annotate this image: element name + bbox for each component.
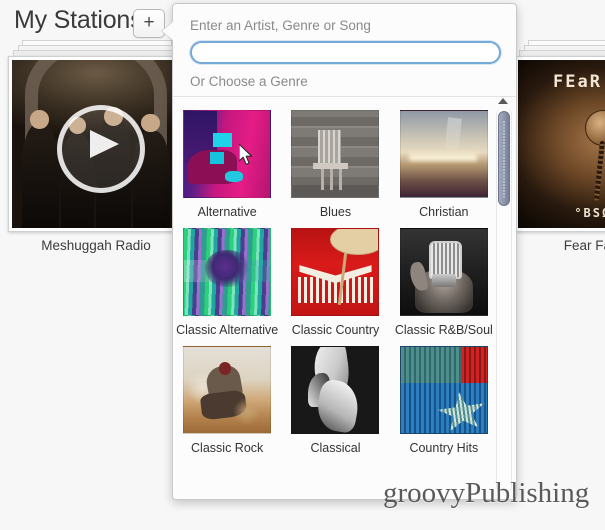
artwork-shape-hat [330, 229, 379, 256]
artwork-shape-cy3 [224, 171, 243, 182]
station-artwork-meshuggah [12, 60, 180, 228]
genre-scroll-area[interactable]: Alternative Blues Christian Classic Alterna… [173, 97, 498, 499]
play-triangle [90, 130, 119, 158]
station-card-fearfactory[interactable]: FEaR Fac °BSΩLE Fear Factory [514, 40, 605, 253]
artwork-shape-chair-legs [314, 169, 346, 191]
genre-thumbnail [291, 228, 380, 316]
genre-name-label: Blues [319, 205, 352, 219]
genre-thumbnail [183, 228, 272, 316]
genre-tile-alternative[interactable]: Alternative [173, 106, 281, 220]
album-art-spine [593, 140, 605, 202]
station-artwork-fearfactory: FEaR Fac °BSΩLE [518, 60, 605, 228]
band-figure [22, 123, 60, 228]
genre-tile-classical[interactable]: Classical [281, 342, 389, 456]
band-figure-head [30, 110, 49, 129]
genre-thumbnail [291, 110, 380, 198]
artwork-shape-cy1 [213, 133, 233, 148]
station-name-label: Fear Factory [563, 238, 605, 253]
play-icon[interactable] [57, 105, 145, 193]
genre-thumbnail [399, 228, 488, 316]
genre-thumbnail [183, 346, 272, 434]
artwork-shape-thumb [408, 260, 430, 293]
genre-scrollbar[interactable] [496, 98, 512, 498]
genre-name-label: Country Hits [409, 441, 479, 455]
scrollbar-thumb[interactable] [498, 111, 510, 206]
genre-name-label: Christian [419, 205, 469, 219]
artwork-shape-dust [232, 398, 262, 425]
app-root: My Stations + Meshuggah Radio FEaR °BS F… [0, 0, 605, 530]
watermark: groovyPublishing [383, 477, 590, 509]
artwork-shape-band-red [461, 347, 487, 384]
artwork-shape-chair-back [318, 129, 341, 165]
artwork-shape-band-teal [400, 347, 462, 384]
search-input[interactable] [190, 41, 501, 64]
genre-thumbnail [183, 110, 272, 198]
genre-tile-blues[interactable]: Blues [281, 106, 389, 220]
album-art-title: FEaR Fac [553, 71, 605, 92]
genre-thumbnail [399, 346, 488, 434]
genre-thumbnail [291, 346, 380, 434]
station-card-stack [8, 40, 184, 252]
artwork-shape-silk2 [314, 378, 362, 433]
station-card-stack: FEaR Fac °BSΩLE [514, 40, 605, 252]
artwork-shape-fringe [297, 277, 374, 303]
artwork-shape-swirl [204, 249, 250, 288]
genre-tile-classic-alternative[interactable]: Classic Alternative [173, 224, 281, 338]
station-name-label: Meshuggah Radio [41, 238, 151, 253]
dropdown-pointer-arrow [162, 22, 173, 40]
station-artwork-frame [8, 56, 184, 232]
station-card-meshuggah[interactable]: Meshuggah Radio [8, 40, 184, 253]
scrollbar-grip [503, 120, 505, 199]
genre-name-label: Alternative [197, 205, 257, 219]
artwork-shape-mic-body [431, 273, 456, 288]
page-title: My Stations [14, 6, 143, 34]
search-label: Enter an Artist, Genre or Song [190, 18, 371, 33]
band-figure-head [141, 113, 160, 133]
scrollbar-track[interactable] [496, 108, 512, 493]
artwork-shape-glow [409, 154, 477, 161]
add-station-button[interactable]: + [133, 9, 165, 38]
artwork-shape-chair-seat [313, 162, 348, 170]
genre-thumbnail [399, 110, 488, 198]
genre-dropdown-panel: Enter an Artist, Genre or Song Or Choose… [172, 3, 517, 500]
artwork-shape-cy2 [209, 152, 224, 165]
genre-name-label: Classic Rock [191, 441, 264, 455]
genre-tile-country-hits[interactable]: Country Hits [390, 342, 498, 456]
genre-tile-classic-r-b-soul[interactable]: Classic R&B/Soul [390, 224, 498, 338]
genre-tile-christian[interactable]: Christian [390, 106, 498, 220]
artwork-shape-ray [443, 117, 462, 157]
album-art-subtitle: °BSΩLE [574, 205, 605, 220]
genre-tile-classic-rock[interactable]: Classic Rock [173, 342, 281, 456]
genre-tile-classic-country[interactable]: Classic Country [281, 224, 389, 338]
chevron-up-icon[interactable] [498, 98, 508, 104]
genre-name-label: Classical [310, 441, 361, 455]
genre-name-label: Classic Country [291, 323, 380, 337]
plus-icon: + [143, 12, 155, 33]
genre-name-label: Classic Alternative [176, 323, 279, 337]
station-artwork-frame: FEaR Fac °BSΩLE [514, 56, 605, 232]
choose-genre-label: Or Choose a Genre [190, 74, 308, 89]
genre-name-label: Classic R&B/Soul [394, 323, 493, 337]
genre-grid: Alternative Blues Christian Classic Alterna… [173, 97, 498, 456]
